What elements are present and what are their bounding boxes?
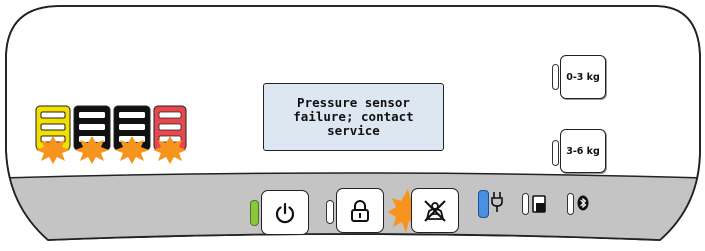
power-led (250, 200, 259, 226)
bluetooth-indicator (576, 194, 590, 212)
weigh-button[interactable] (411, 188, 459, 233)
lock-button[interactable] (336, 188, 384, 233)
plug-led (478, 190, 489, 218)
alert-burst-icon (75, 136, 109, 164)
bluetooth-icon (577, 195, 589, 211)
alert-burst-icon (153, 136, 187, 164)
plug-icon (491, 192, 503, 212)
device-indicator (531, 193, 547, 215)
power-icon (275, 202, 295, 223)
alert-burst-icon (115, 136, 149, 164)
padlock-icon (351, 199, 369, 222)
weight-3-6-label: 3-6 kg (566, 145, 600, 157)
device-icon (532, 195, 546, 213)
weight-person-crossed-icon (424, 199, 446, 222)
weight-3-6-button[interactable]: 3-6 kg (560, 129, 606, 173)
power-button[interactable] (261, 190, 309, 235)
bluetooth-led (567, 193, 574, 215)
lcd-message: Pressure sensor failure; contact service (293, 95, 414, 138)
plug-indicator (490, 190, 504, 214)
weight-0-3-button[interactable]: 0-3 kg (560, 55, 606, 99)
weight-0-3-led (552, 64, 559, 90)
weight-0-3-label: 0-3 kg (566, 71, 600, 83)
alert-burst-icon (36, 136, 70, 164)
level-indicator-group (35, 105, 187, 164)
lcd-display: Pressure sensor failure; contact service (263, 83, 444, 151)
lock-led (326, 200, 334, 224)
weight-3-6-led (552, 140, 559, 166)
device-led (522, 193, 529, 215)
